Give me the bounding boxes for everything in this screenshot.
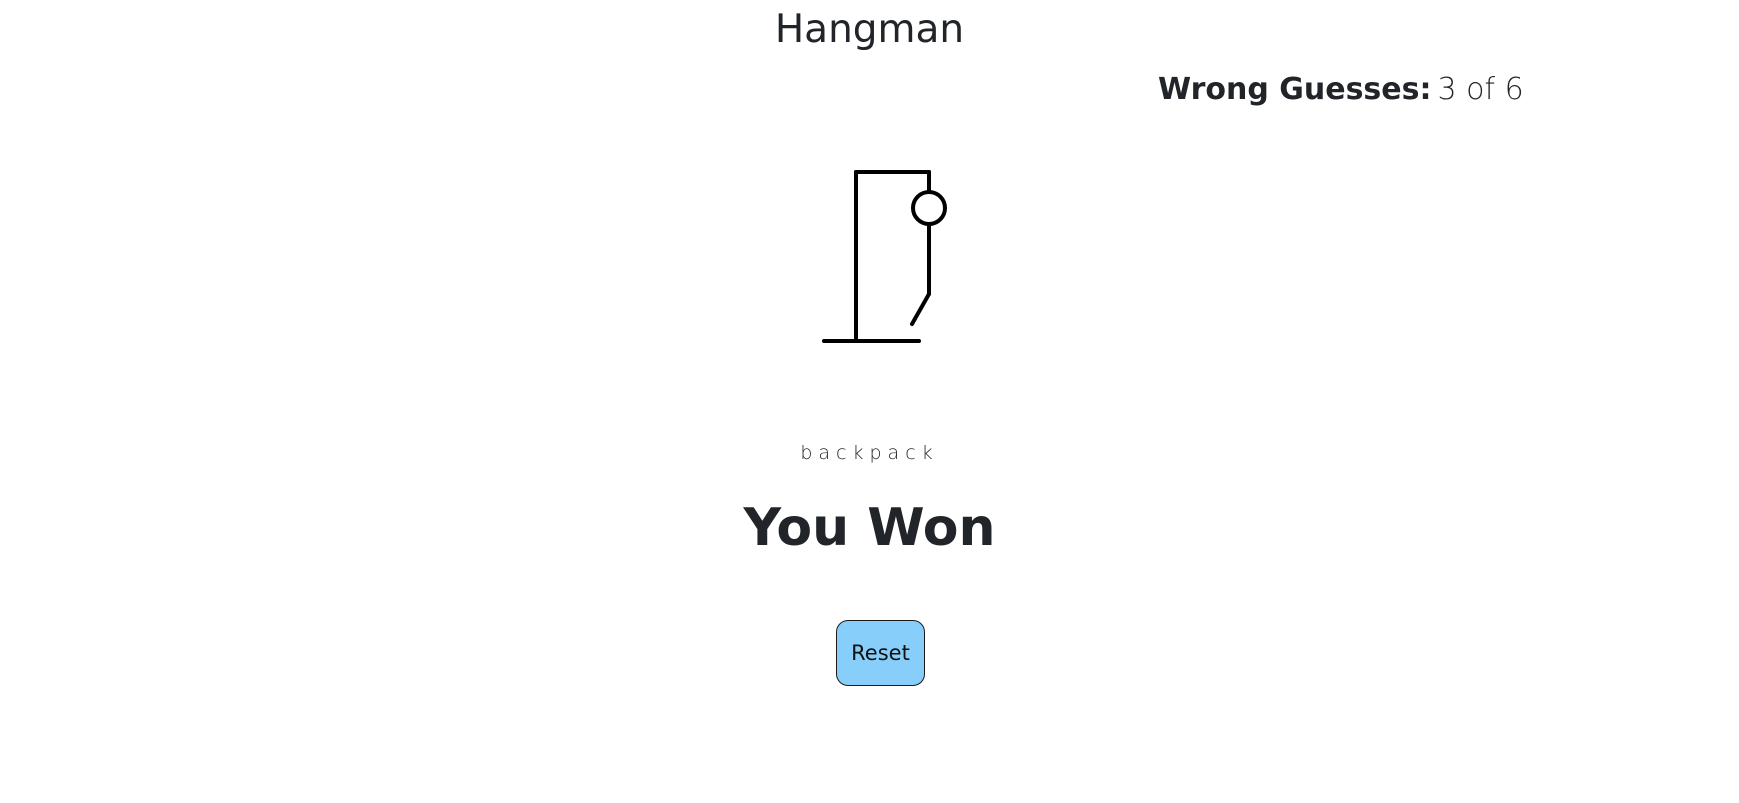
wrong-guesses-value: 3 of 6 <box>1437 72 1524 107</box>
wrong-guesses-counter: Wrong Guesses: 3 of 6 <box>1158 68 1524 112</box>
hangman-head <box>911 190 947 226</box>
reset-button[interactable]: Reset <box>836 620 925 686</box>
result-message: You Won <box>743 498 996 558</box>
hangman-left-leg <box>910 292 931 326</box>
page-title: Hangman <box>774 7 965 52</box>
hangman-drawing <box>822 170 947 343</box>
wrong-guesses-label: Wrong Guesses: <box>1158 72 1432 107</box>
guessed-word: backpack <box>800 442 939 464</box>
